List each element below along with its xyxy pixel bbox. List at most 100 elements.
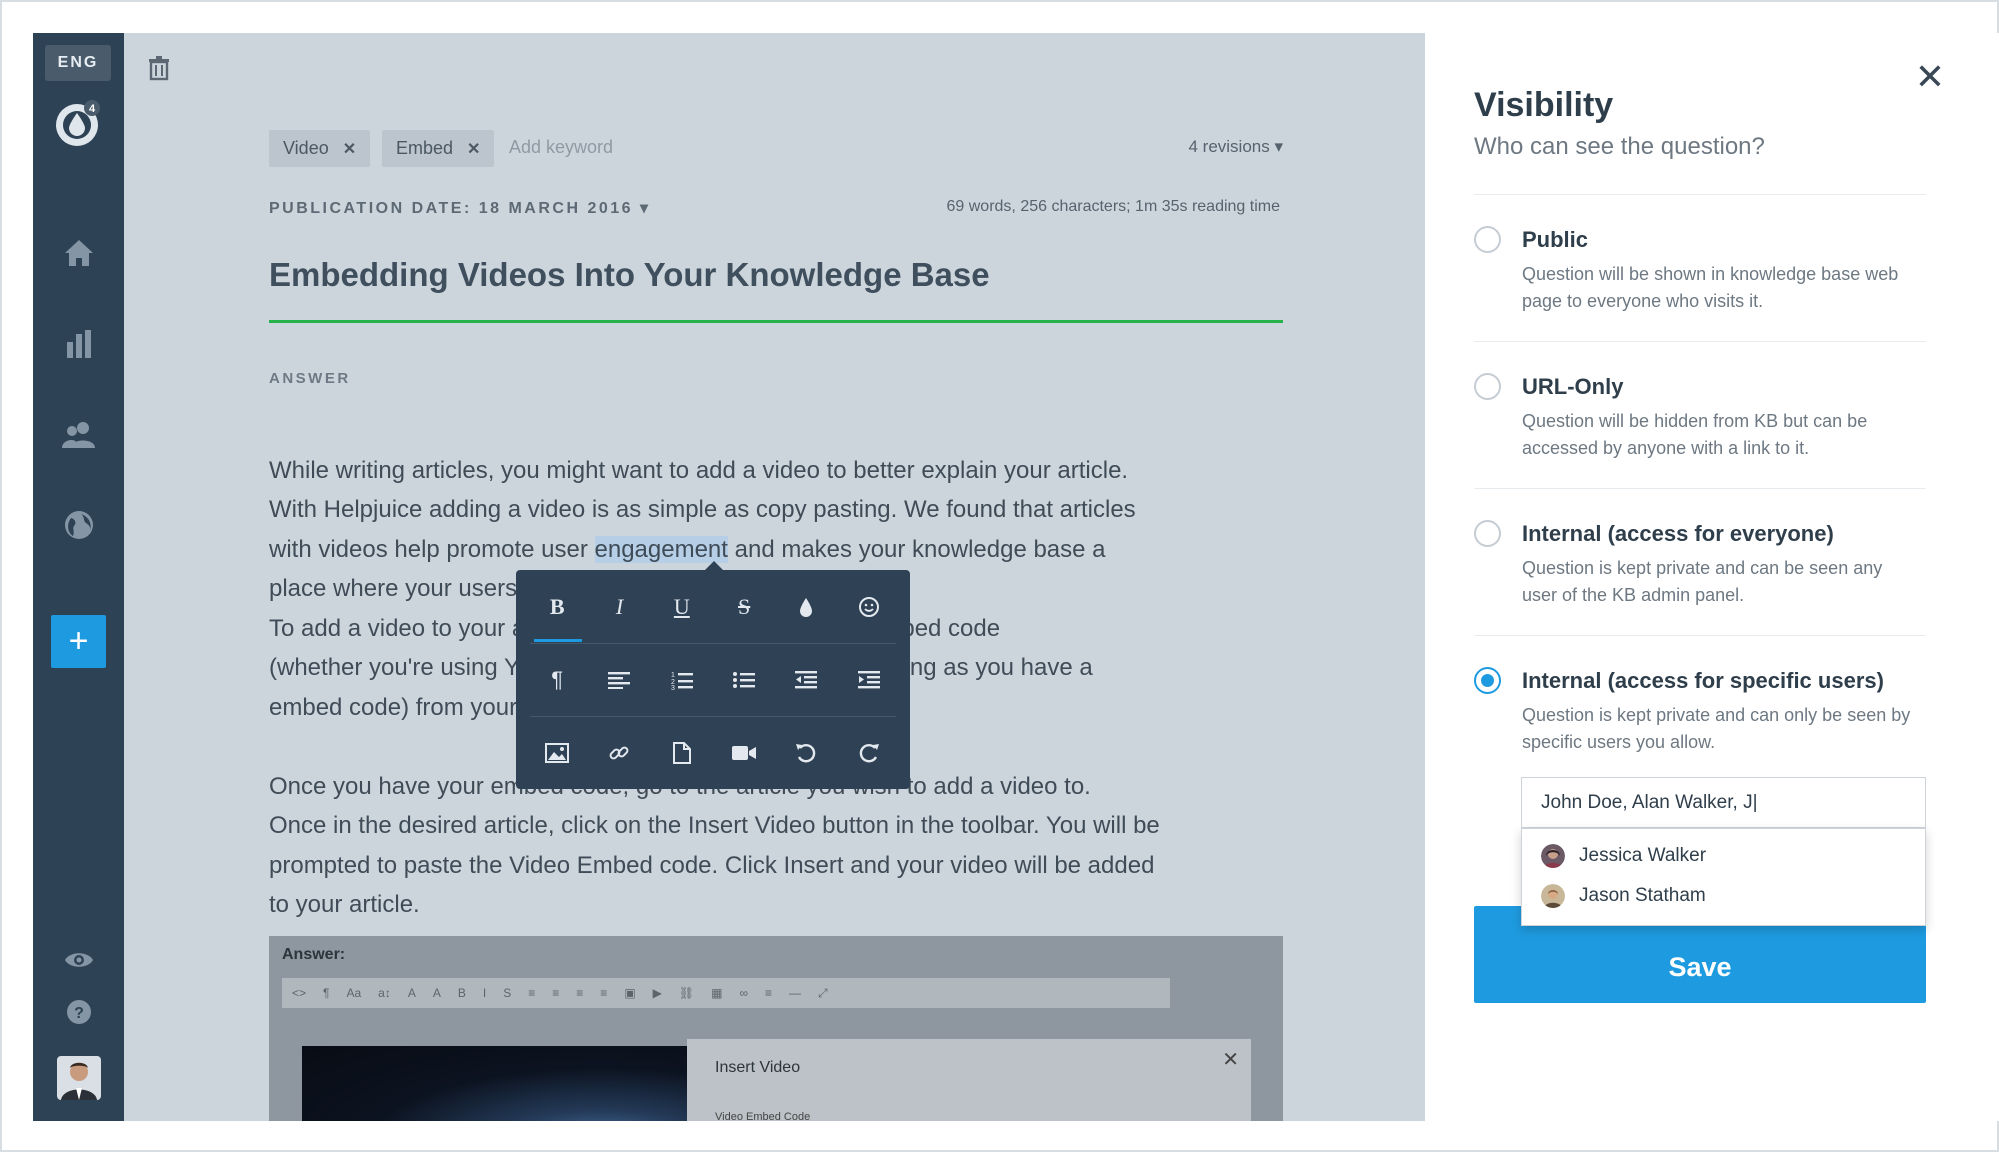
help-icon[interactable]: ? bbox=[33, 999, 124, 1025]
undo-icon bbox=[796, 743, 816, 762]
insert-image-button[interactable] bbox=[535, 731, 579, 775]
globe-icon[interactable] bbox=[33, 509, 124, 541]
body-text-line: with videos help promote user engagement… bbox=[269, 536, 1106, 564]
outdent-icon bbox=[795, 670, 818, 688]
helpjuice-logo-icon[interactable]: 4 bbox=[33, 95, 124, 151]
toolbar-row bbox=[516, 716, 910, 789]
formatting-toolbar: B I U S ¶ 123 bbox=[516, 561, 910, 789]
outdent-button[interactable] bbox=[784, 658, 828, 702]
text-color-button[interactable] bbox=[784, 585, 828, 629]
italic-button[interactable]: I bbox=[597, 585, 641, 629]
trash-icon[interactable] bbox=[146, 55, 172, 86]
unordered-list-icon bbox=[733, 671, 756, 688]
bold-icon: B bbox=[549, 593, 565, 619]
video-camera-icon bbox=[732, 745, 757, 760]
align-left-icon bbox=[608, 671, 631, 689]
paragraph-icon: ¶ bbox=[551, 666, 564, 692]
suggestion-item[interactable]: Jessica Walker bbox=[1522, 837, 1925, 875]
user-suggestions-dropdown: Jessica Walker Jason Statham bbox=[1521, 828, 1926, 926]
revisions-dropdown[interactable]: 4 revisions ▾ bbox=[1188, 137, 1283, 157]
underline-icon: U bbox=[673, 593, 690, 619]
strikethrough-icon: S bbox=[738, 593, 751, 619]
indent-icon bbox=[857, 670, 880, 688]
svg-text:1: 1 bbox=[671, 672, 675, 679]
emoji-button[interactable] bbox=[847, 585, 891, 629]
underline-button[interactable]: U bbox=[660, 585, 704, 629]
specific-users-input[interactable]: John Doe, Alan Walker, J| bbox=[1521, 777, 1926, 828]
screenshot-dialog-close-icon: ✕ bbox=[1222, 1049, 1239, 1071]
bold-button[interactable]: B bbox=[535, 585, 579, 629]
analytics-icon[interactable] bbox=[33, 328, 124, 360]
article-title[interactable]: Embedding Videos Into Your Knowledge Bas… bbox=[269, 256, 990, 294]
keyword-label: Embed bbox=[396, 138, 454, 158]
close-icon[interactable]: ✕ bbox=[1912, 59, 1948, 95]
insert-video-button[interactable] bbox=[722, 731, 766, 775]
language-switcher[interactable]: ENG bbox=[45, 45, 111, 81]
body-text: and makes your knowledge base a bbox=[727, 536, 1106, 563]
option-label: URL-Only bbox=[1522, 374, 1624, 399]
paragraph-button[interactable]: ¶ bbox=[535, 658, 579, 702]
home-icon[interactable] bbox=[33, 237, 124, 269]
remove-keyword-icon[interactable]: ✕ bbox=[343, 139, 356, 159]
radio-button-selected[interactable] bbox=[1474, 667, 1501, 694]
keyword-tag: Embed ✕ bbox=[382, 130, 495, 167]
suggestion-item[interactable]: Jason Statham bbox=[1522, 877, 1925, 915]
divider bbox=[1474, 194, 1926, 195]
unordered-list-button[interactable] bbox=[722, 658, 766, 702]
screenshot-earth-image bbox=[302, 1046, 702, 1121]
insert-file-button[interactable] bbox=[660, 731, 704, 775]
screenshot-dialog-field-label: Video Embed Code bbox=[715, 1111, 811, 1121]
strikethrough-button[interactable]: S bbox=[722, 585, 766, 629]
radio-button[interactable] bbox=[1474, 520, 1501, 547]
screenshot-toolbar: <> ¶ Aa a↕ A A B I S ≡ ≡ ≡ ≡ ▣ ▶ ⛓ ▦ ∞ ≡ — ⤢ bbox=[282, 978, 1170, 1008]
redo-icon bbox=[859, 743, 879, 762]
undo-button[interactable] bbox=[784, 731, 828, 775]
radio-button[interactable] bbox=[1474, 373, 1501, 400]
toolbar-active-indicator bbox=[534, 639, 582, 642]
notification-badge: 4 bbox=[88, 103, 95, 115]
color-drop-icon bbox=[800, 597, 813, 617]
keyword-tag: Video ✕ bbox=[269, 130, 371, 167]
svg-text:3: 3 bbox=[671, 685, 675, 690]
divider bbox=[1474, 341, 1926, 342]
screenshot-answer-label: Answer: bbox=[282, 946, 346, 963]
remove-keyword-icon[interactable]: ✕ bbox=[467, 139, 480, 159]
body-text-line: to your article. bbox=[269, 891, 420, 918]
indent-button[interactable] bbox=[847, 658, 891, 702]
toolbar-pointer bbox=[705, 561, 723, 570]
redo-button[interactable] bbox=[847, 731, 891, 775]
selected-text: engagement bbox=[594, 536, 728, 563]
add-article-button[interactable]: + bbox=[51, 615, 106, 668]
align-button[interactable] bbox=[597, 658, 641, 702]
sidebar: ENG 4 + ? bbox=[33, 33, 124, 1121]
article-editor: Video ✕ Embed ✕ Add keyword 4 revisions … bbox=[124, 33, 1425, 1121]
divider bbox=[1474, 488, 1926, 489]
toolbar-row: ¶ 123 bbox=[516, 643, 910, 716]
keyword-label: Video bbox=[283, 138, 329, 158]
option-description: Question is kept private and can be seen… bbox=[1522, 558, 1883, 605]
body-text-line: With Helpjuice adding a video is as simp… bbox=[269, 496, 1136, 523]
publication-date-dropdown[interactable]: PUBLICATION DATE: 18 MARCH 2016 ▾ bbox=[269, 198, 651, 218]
radio-button[interactable] bbox=[1474, 226, 1501, 253]
answer-label: ANSWER bbox=[269, 370, 351, 387]
option-description: Question is kept private and can only be… bbox=[1522, 705, 1911, 752]
screenshot-dialog-title: Insert Video bbox=[715, 1059, 801, 1076]
users-icon[interactable] bbox=[33, 420, 124, 450]
body-text-line: While writing articles, you might want t… bbox=[269, 457, 1129, 484]
panel-subtitle: Who can see the question? bbox=[1474, 133, 1765, 160]
svg-text:?: ? bbox=[74, 1005, 84, 1022]
body-text: with videos help promote user bbox=[269, 536, 595, 563]
add-keyword-input[interactable]: Add keyword bbox=[509, 137, 613, 158]
eye-icon[interactable] bbox=[33, 949, 124, 971]
link-icon bbox=[610, 746, 629, 759]
screenshot-insert-video-dialog: Insert Video ✕ Video Embed Code bbox=[687, 1039, 1251, 1121]
article-stats: 69 words, 256 characters; 1m 35s reading… bbox=[946, 198, 1281, 215]
panel-title: Visibility bbox=[1474, 86, 1614, 124]
ordered-list-button[interactable]: 123 bbox=[660, 658, 704, 702]
option-label: Internal (access for everyone) bbox=[1522, 521, 1834, 546]
user-avatar bbox=[1541, 844, 1565, 868]
user-avatar[interactable] bbox=[57, 1056, 101, 1100]
embedded-screenshot: Answer: <> ¶ Aa a↕ A A B I S ≡ ≡ ≡ ≡ ▣ ▶ ⛓ ▦ ∞ ≡ — ⤢ Insert … bbox=[269, 936, 1283, 1121]
insert-link-button[interactable] bbox=[597, 731, 641, 775]
body-text-line: prompted to paste the Video Embed code. … bbox=[269, 852, 1155, 879]
